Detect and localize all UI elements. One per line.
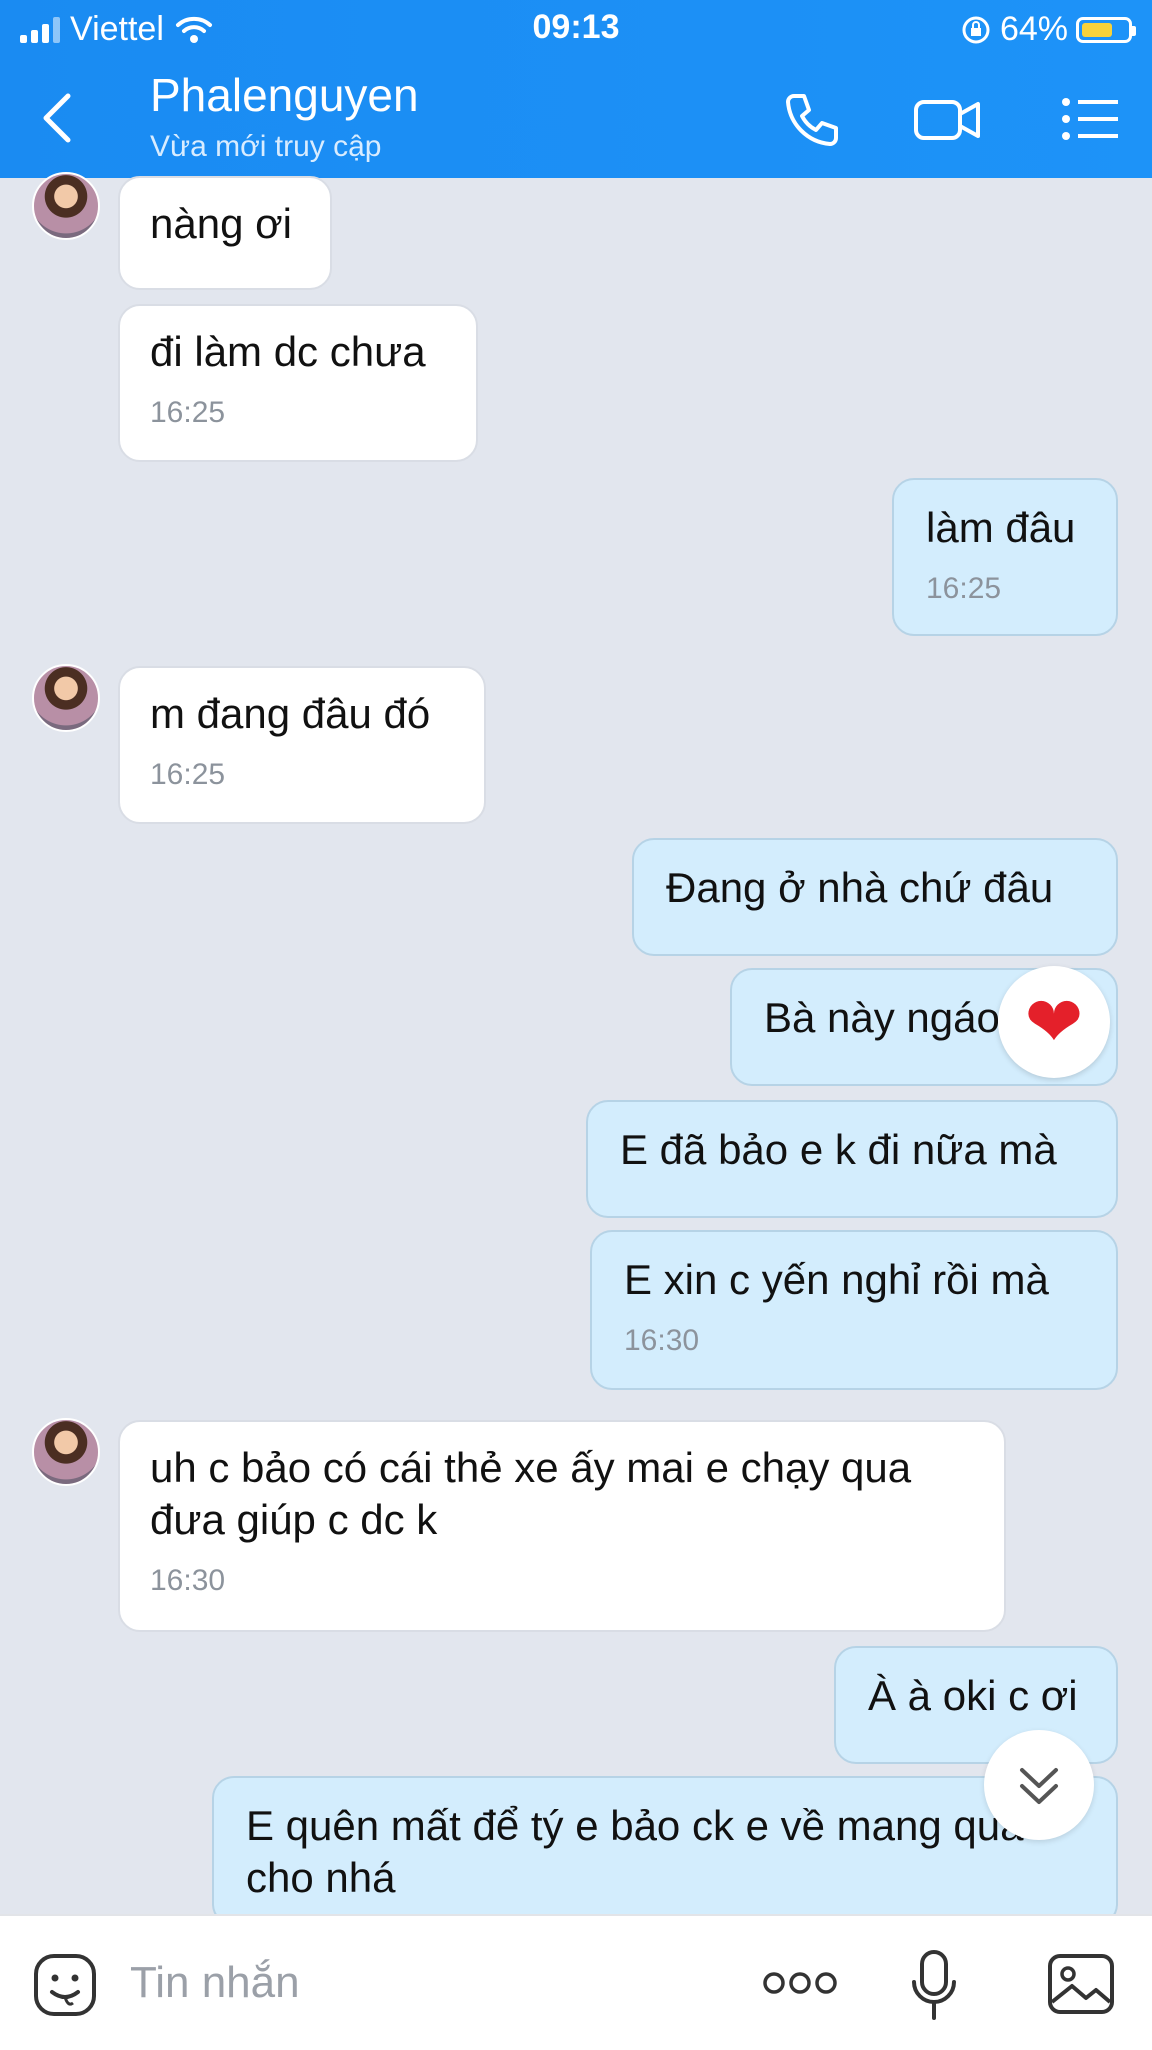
message-text: E đã bảo e k đi nữa mà xyxy=(620,1126,1057,1173)
back-arrow-icon[interactable] xyxy=(34,88,84,148)
scroll-down-icon[interactable] xyxy=(984,1730,1094,1840)
contact-name[interactable]: Phalenguyen xyxy=(150,68,419,122)
video-camera-icon[interactable] xyxy=(912,84,982,154)
message-time: 16:25 xyxy=(150,396,226,429)
message-text: m đang đâu đó xyxy=(150,690,431,737)
status-bar: Viettel 09:13 64% xyxy=(0,0,1152,58)
message-time: 16:30 xyxy=(624,1324,700,1357)
message-text: làm đâu xyxy=(926,504,1076,551)
avatar[interactable] xyxy=(32,1418,100,1486)
message-text: E xin c yến nghỉ rồi mà xyxy=(624,1256,1049,1303)
composer-bar: Tin nhắn xyxy=(0,1914,1152,2050)
message-text: nàng ơi xyxy=(150,200,292,247)
battery-icon xyxy=(1076,16,1136,43)
last-seen-status: Vừa mới truy cập xyxy=(150,130,382,163)
avatar[interactable] xyxy=(32,172,100,240)
message-outgoing[interactable]: E quên mất để tý e bảo ck e về mang qua … xyxy=(212,1776,1118,1926)
message-time: 16:25 xyxy=(150,758,226,791)
reaction-emoji: ❤ xyxy=(1024,983,1084,1061)
phone-icon[interactable] xyxy=(776,84,846,154)
more-dots-icon[interactable] xyxy=(762,1968,838,1998)
message-incoming[interactable]: nàng ơi xyxy=(118,176,332,290)
message-incoming[interactable]: uh c bảo có cái thẻ xe ấy mai e chạy qua… xyxy=(118,1420,1006,1632)
message-text: uh c bảo có cái thẻ xe ấy mai e chạy qua… xyxy=(150,1444,912,1543)
message-text: đi làm dc chưa xyxy=(150,328,426,375)
message-time: 16:25 xyxy=(926,572,1002,605)
message-input[interactable]: Tin nhắn xyxy=(130,1958,300,2008)
image-gallery-icon[interactable] xyxy=(1046,1952,1116,2016)
chat-header: Viettel 09:13 64% Phalenguyen Vừa mới tr… xyxy=(0,0,1152,178)
message-outgoing[interactable]: E đã bảo e k đi nữa mà xyxy=(586,1100,1118,1218)
message-outgoing[interactable]: Đang ở nhà chứ đâu xyxy=(632,838,1118,956)
heart-icon[interactable]: ❤ xyxy=(998,966,1110,1078)
microphone-icon[interactable] xyxy=(908,1948,960,2024)
emoji-sticker-icon[interactable] xyxy=(32,1952,98,2018)
status-right: 64% xyxy=(960,10,1136,49)
message-outgoing[interactable]: E xin c yến nghỉ rồi mà 16:30 xyxy=(590,1230,1118,1390)
double-chevron-down-icon xyxy=(1020,1768,1058,1804)
message-text: À à oki c ơi xyxy=(868,1672,1078,1719)
message-time: 16:30 xyxy=(150,1564,226,1597)
rotation-lock-icon xyxy=(962,16,990,43)
message-incoming[interactable]: m đang đâu đó 16:25 xyxy=(118,666,486,824)
battery-percent: 64% xyxy=(999,10,1068,48)
avatar[interactable] xyxy=(32,664,100,732)
menu-list-icon[interactable] xyxy=(1056,84,1126,154)
message-text: Bà này ngáo xyxy=(764,994,1000,1041)
message-outgoing[interactable]: làm đâu 16:25 xyxy=(892,478,1118,636)
message-text: Đang ở nhà chứ đâu xyxy=(666,864,1054,911)
message-text: E quên mất để tý e bảo ck e về mang qua … xyxy=(246,1802,1024,1901)
message-incoming[interactable]: đi làm dc chưa 16:25 xyxy=(118,304,478,462)
